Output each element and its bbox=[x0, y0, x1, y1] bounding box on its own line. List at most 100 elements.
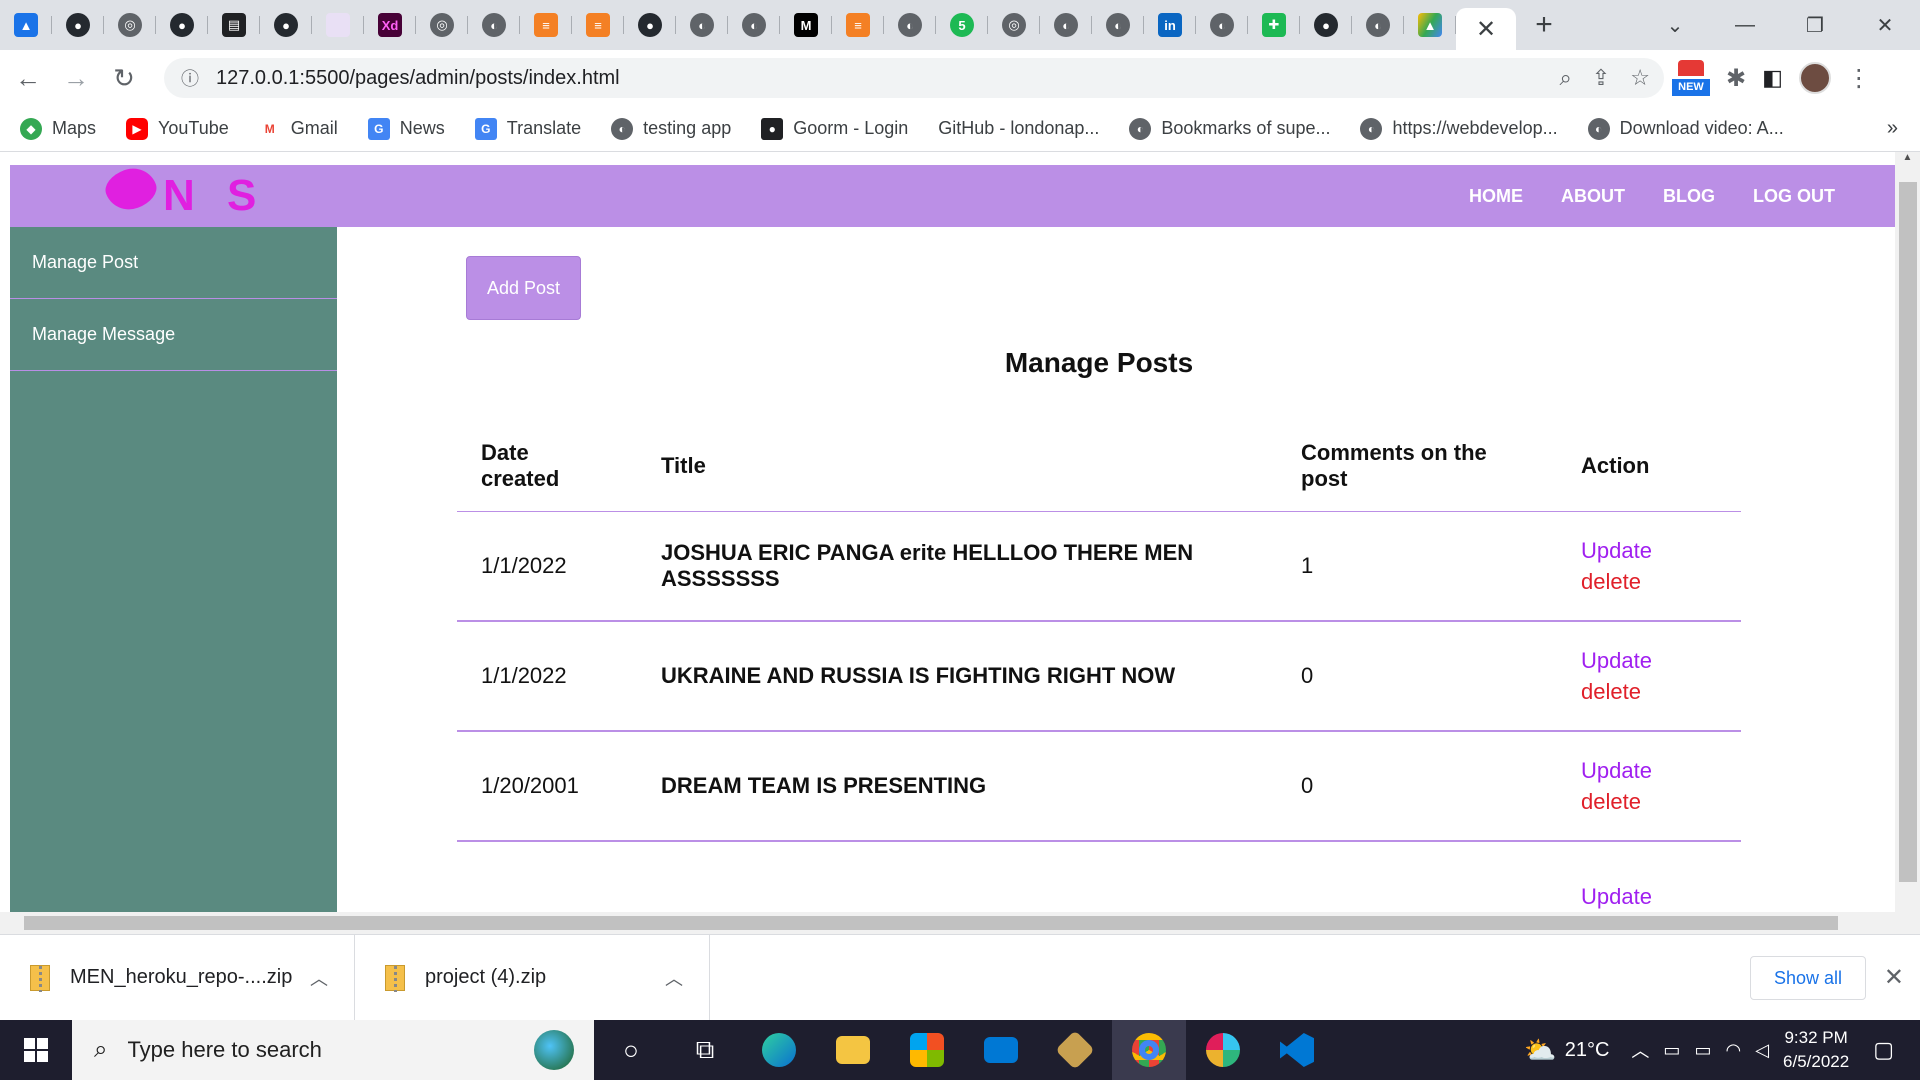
forward-button[interactable]: → bbox=[56, 58, 96, 98]
tab[interactable]: ◎ bbox=[104, 0, 156, 50]
bookmark-testing-app[interactable]: ◐ testing app bbox=[611, 117, 731, 140]
cortana-icon[interactable]: ○ bbox=[594, 1020, 668, 1080]
url-text[interactable]: 127.0.0.1:5500/pages/admin/posts/index.h… bbox=[216, 67, 620, 90]
delete-link[interactable]: delete bbox=[1581, 786, 1717, 817]
delete-link[interactable]: delete bbox=[1581, 676, 1717, 707]
clock[interactable]: 9:32 PM 6/5/2022 bbox=[1783, 1026, 1849, 1074]
store-icon[interactable] bbox=[890, 1020, 964, 1080]
wifi-icon[interactable]: ◠ bbox=[1725, 1040, 1741, 1061]
globe-search-highlight-icon[interactable] bbox=[534, 1030, 574, 1070]
bookmark-github[interactable]: GitHub - londonap... bbox=[938, 118, 1099, 139]
search-placeholder[interactable]: Type here to search bbox=[127, 1037, 321, 1063]
sidebar-item-manage-post[interactable]: Manage Post bbox=[10, 227, 337, 299]
update-link[interactable]: Update bbox=[1581, 645, 1717, 676]
close-tab-icon[interactable]: ✕ bbox=[1476, 15, 1496, 44]
tab[interactable] bbox=[312, 0, 364, 50]
tab[interactable]: ▲ bbox=[1404, 0, 1456, 50]
side-panel-icon[interactable]: ◧ bbox=[1762, 65, 1783, 91]
vertical-scrollbar[interactable]: ▲ bbox=[1895, 152, 1920, 934]
horizontal-scroll-thumb[interactable] bbox=[24, 916, 1838, 930]
new-tab-button[interactable]: + bbox=[1516, 0, 1572, 50]
extensions-puzzle-icon[interactable]: ✱ bbox=[1726, 64, 1746, 93]
chevron-up-icon[interactable]: ︿ bbox=[1631, 1037, 1649, 1063]
horizontal-scrollbar[interactable] bbox=[0, 912, 1895, 934]
tab[interactable]: ▲ bbox=[0, 0, 52, 50]
device-icon[interactable]: ▭ bbox=[1663, 1040, 1680, 1061]
tab[interactable]: Xd bbox=[364, 0, 416, 50]
edge-icon[interactable] bbox=[742, 1020, 816, 1080]
tab[interactable]: ● bbox=[260, 0, 312, 50]
site-info-icon[interactable]: ⓘ bbox=[170, 65, 210, 91]
show-all-button[interactable]: Show all bbox=[1750, 956, 1866, 1000]
tab[interactable]: ✚ bbox=[1248, 0, 1300, 50]
tab[interactable]: ◐ bbox=[1092, 0, 1144, 50]
tab[interactable]: ◐ bbox=[676, 0, 728, 50]
scroll-thumb[interactable] bbox=[1899, 182, 1917, 882]
download-item[interactable]: MEN_heroku_repo-....zip ︿ bbox=[0, 934, 355, 1021]
update-link[interactable]: Update bbox=[1581, 881, 1717, 912]
nav-blog[interactable]: BLOG bbox=[1663, 186, 1715, 207]
bookmark-maps[interactable]: ◆ Maps bbox=[20, 117, 96, 140]
address-bar[interactable]: ⓘ 127.0.0.1:5500/pages/admin/posts/index… bbox=[164, 58, 1664, 98]
back-button[interactable]: ← bbox=[8, 58, 48, 98]
tab[interactable]: ◐ bbox=[1352, 0, 1404, 50]
tab[interactable]: ◐ bbox=[1040, 0, 1092, 50]
update-link[interactable]: Update bbox=[1581, 535, 1717, 566]
reload-button[interactable]: ↻ bbox=[104, 58, 144, 98]
tab[interactable]: ◐ bbox=[1196, 0, 1248, 50]
minimize-button[interactable]: — bbox=[1710, 0, 1780, 50]
slack-icon[interactable] bbox=[1186, 1020, 1260, 1080]
git-app-icon[interactable] bbox=[1038, 1020, 1112, 1080]
temperature-text[interactable]: 21°C bbox=[1565, 1039, 1610, 1062]
battery-icon[interactable]: ▭ bbox=[1694, 1040, 1711, 1061]
bookmark-webdevelop[interactable]: ◐ https://webdevelop... bbox=[1360, 117, 1558, 140]
update-link[interactable]: Update bbox=[1581, 755, 1717, 786]
bookmark-gmail[interactable]: M Gmail bbox=[258, 117, 338, 140]
tab-search-chevron-icon[interactable]: ⌄ bbox=[1640, 0, 1710, 50]
tab[interactable]: M bbox=[780, 0, 832, 50]
profile-avatar[interactable] bbox=[1798, 62, 1831, 94]
mail-icon[interactable] bbox=[964, 1020, 1038, 1080]
download-item[interactable]: project (4).zip ︿ bbox=[355, 934, 710, 1021]
menu-kebab-icon[interactable]: ⋮ bbox=[1847, 64, 1871, 93]
vscode-icon[interactable] bbox=[1260, 1020, 1334, 1080]
close-window-button[interactable]: ✕ bbox=[1850, 0, 1920, 50]
weather-cloud-icon[interactable]: ⛅ bbox=[1524, 1035, 1556, 1066]
tab[interactable]: ◐ bbox=[884, 0, 936, 50]
restore-button[interactable]: ❐ bbox=[1780, 0, 1850, 50]
bookmark-youtube[interactable]: ▶ YouTube bbox=[126, 117, 229, 140]
task-view-icon[interactable]: ⧉ bbox=[668, 1020, 742, 1080]
sidebar-item-manage-message[interactable]: Manage Message bbox=[10, 299, 337, 371]
tab[interactable]: ▤ bbox=[208, 0, 260, 50]
tab[interactable]: 5 bbox=[936, 0, 988, 50]
tab[interactable]: ● bbox=[156, 0, 208, 50]
scroll-up-arrow-icon[interactable]: ▲ bbox=[1895, 152, 1920, 172]
bookmark-translate[interactable]: G Translate bbox=[474, 117, 581, 140]
new-extension-icon[interactable]: NEW bbox=[1672, 60, 1710, 96]
bookmark-supe[interactable]: ◐ Bookmarks of supe... bbox=[1129, 117, 1330, 140]
active-tab[interactable]: ✕ bbox=[1456, 8, 1516, 50]
tab[interactable]: ◐ bbox=[728, 0, 780, 50]
bookmark-goorm[interactable]: ● Goorm - Login bbox=[761, 117, 908, 140]
file-explorer-icon[interactable] bbox=[816, 1020, 890, 1080]
more-bookmarks-icon[interactable]: » bbox=[1887, 117, 1898, 140]
tab[interactable]: ≡ bbox=[520, 0, 572, 50]
star-icon[interactable]: ☆ bbox=[1630, 65, 1650, 91]
add-post-button[interactable]: Add Post bbox=[466, 256, 581, 320]
start-button[interactable] bbox=[0, 1020, 72, 1080]
tab[interactable]: ◐ bbox=[468, 0, 520, 50]
tab[interactable]: ● bbox=[52, 0, 104, 50]
bookmark-news[interactable]: G News bbox=[367, 117, 445, 140]
tab[interactable]: ≡ bbox=[832, 0, 884, 50]
nav-logout[interactable]: LOG OUT bbox=[1753, 186, 1835, 207]
volume-icon[interactable]: ◁ bbox=[1755, 1040, 1769, 1061]
close-downloads-icon[interactable]: ✕ bbox=[1884, 963, 1904, 992]
nav-home[interactable]: HOME bbox=[1469, 186, 1523, 207]
tab[interactable]: ● bbox=[1300, 0, 1352, 50]
chrome-taskbar-icon[interactable] bbox=[1112, 1020, 1186, 1080]
tab[interactable]: in bbox=[1144, 0, 1196, 50]
bookmark-download-video[interactable]: ◐ Download video: A... bbox=[1587, 117, 1784, 140]
tab[interactable]: ● bbox=[624, 0, 676, 50]
nav-about[interactable]: ABOUT bbox=[1561, 186, 1625, 207]
tab[interactable]: ≡ bbox=[572, 0, 624, 50]
